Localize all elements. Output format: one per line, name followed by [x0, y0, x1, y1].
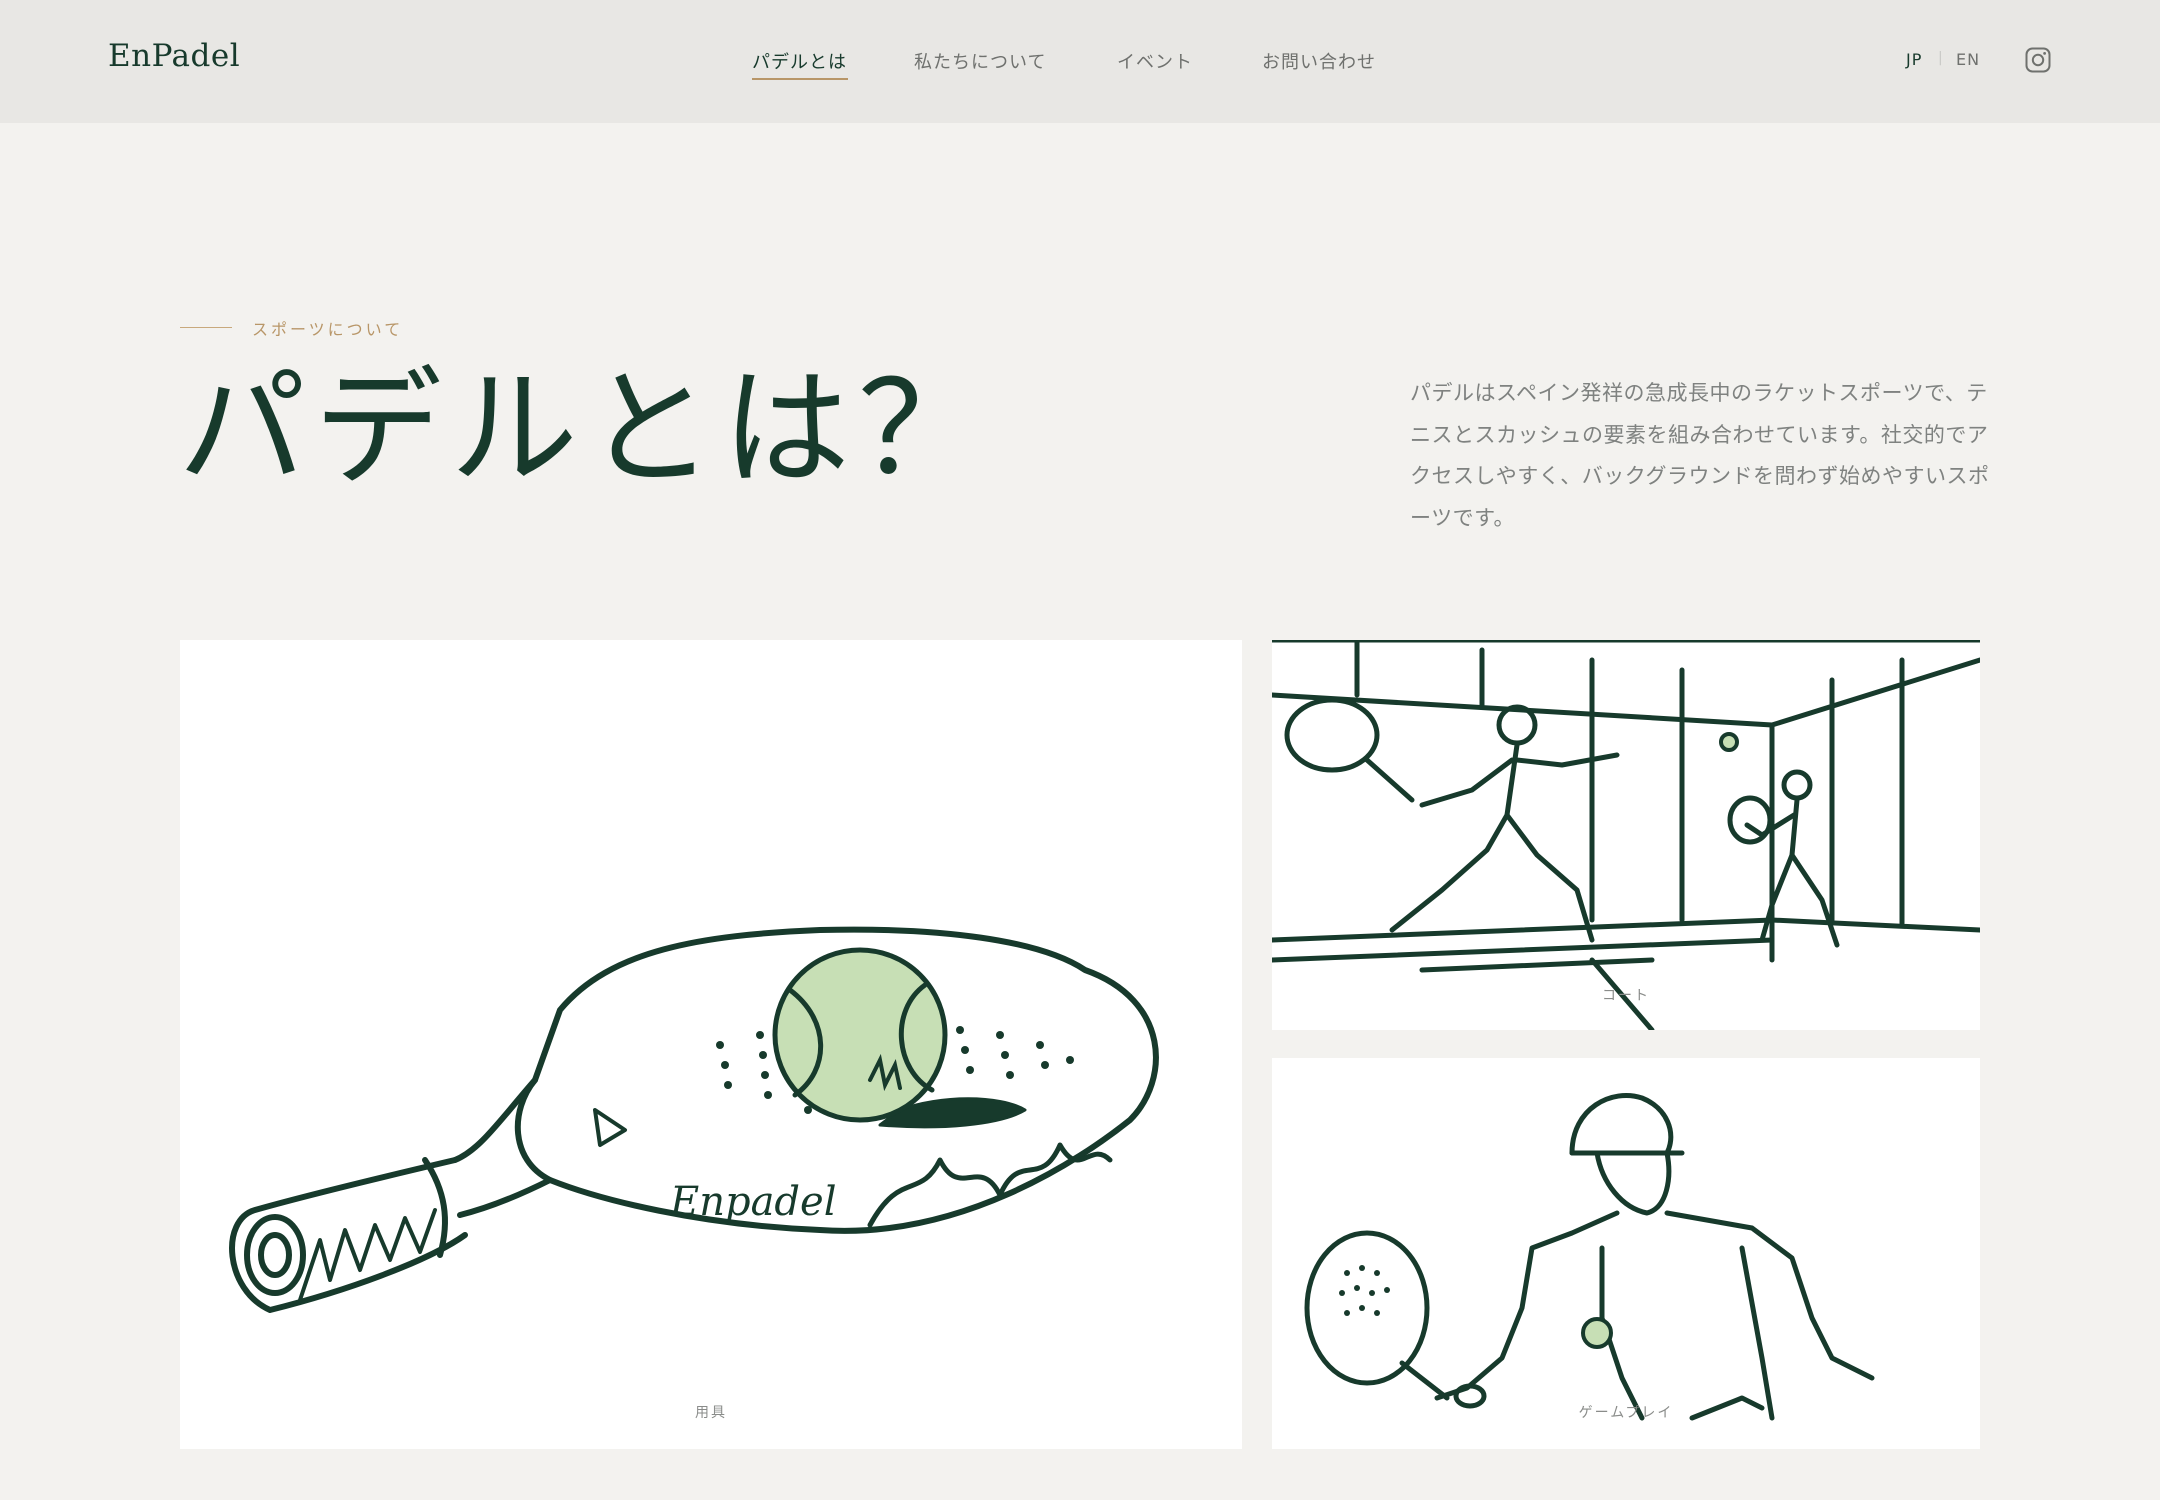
gallery-caption-gameplay: ゲームプレイ	[1578, 1405, 1674, 1421]
nav-item-about-padel[interactable]: パデルとは	[752, 48, 847, 74]
instagram-icon[interactable]	[2025, 47, 2051, 73]
lang-separator: |	[1938, 50, 1943, 66]
padel-court-illustration	[1272, 640, 1980, 1030]
main-nav: パデルとは 私たちについて イベント お問い合わせ	[0, 48, 2160, 88]
padel-player-illustration	[1304, 1092, 1875, 1421]
nav-item-events[interactable]: イベント	[1117, 48, 1193, 74]
eyebrow-line	[180, 327, 232, 328]
svg-text:Enpadel: Enpadel	[669, 1179, 836, 1225]
nav-active-underline	[752, 78, 848, 80]
hero-description: パデルはスペイン発祥の急成長中のラケットスポーツで、テニスとスカッシュの要素を組…	[1410, 381, 1990, 530]
gallery-card-equipment[interactable]: Enpadel 用具	[180, 640, 1242, 1449]
nav-item-contact[interactable]: お問い合わせ	[1262, 48, 1376, 74]
site-header: EnPadel パデルとは 私たちについて イベント お問い合わせ JP | E…	[0, 0, 2160, 123]
gallery-card-gameplay[interactable]: ゲームプレイ	[1272, 1058, 1980, 1449]
gallery-caption-equipment: 用具	[695, 1405, 727, 1421]
gallery-caption-court: コート	[1602, 988, 1650, 1004]
nav-item-about-us[interactable]: 私たちについて	[914, 48, 1046, 74]
lang-en[interactable]: EN	[1956, 50, 1980, 69]
gallery-card-court[interactable]: コート	[1272, 640, 1980, 1030]
padel-racket-illustration: Enpadel	[229, 926, 1159, 1313]
section-eyebrow: スポーツについて	[252, 320, 404, 339]
lang-jp[interactable]: JP	[1906, 50, 1922, 69]
page-title: パデルとは？	[178, 355, 995, 504]
